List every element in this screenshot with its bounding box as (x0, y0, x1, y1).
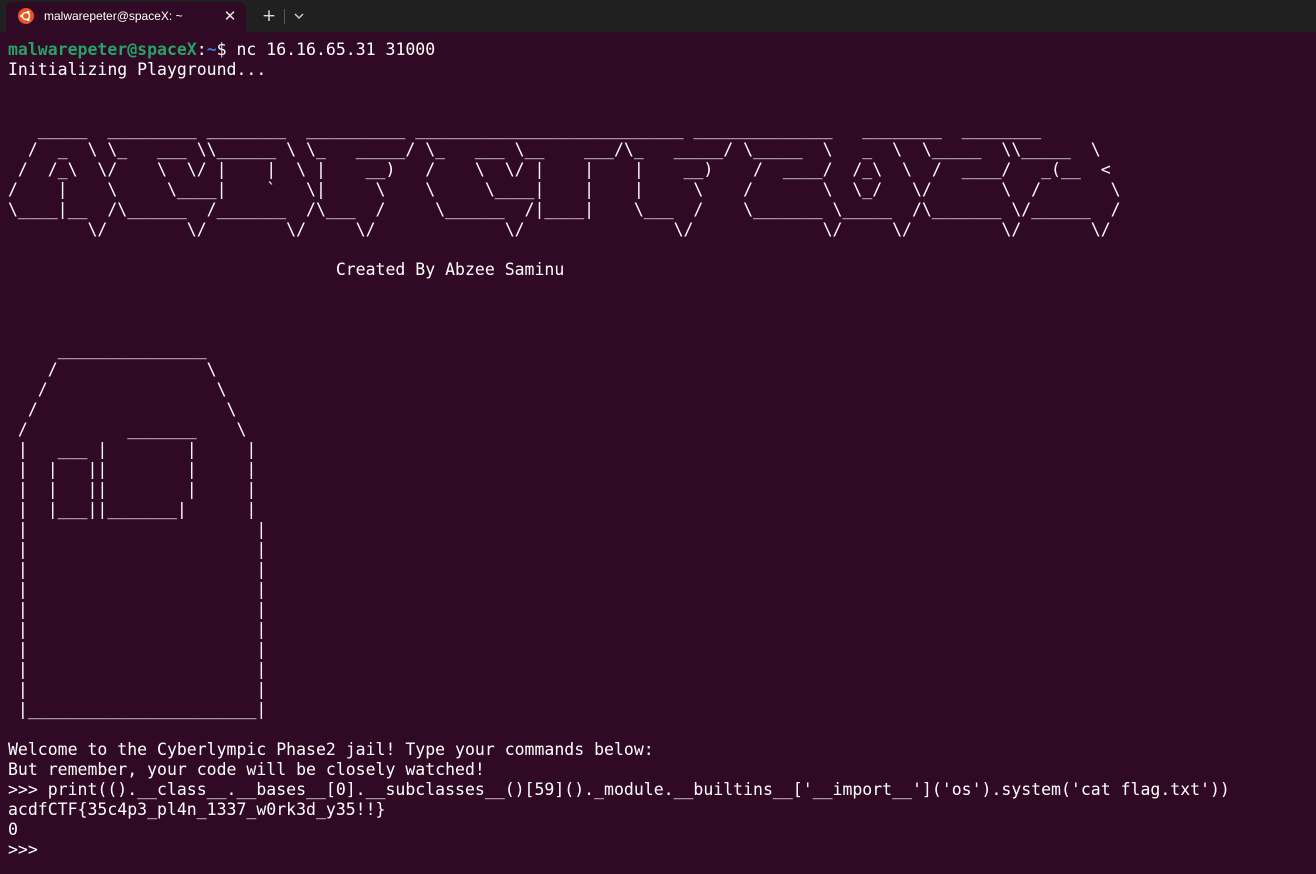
prompt-dollar: $ (216, 40, 237, 59)
ascii-house: _______________ / \ / \ / \ / _______ \ … (17, 340, 267, 719)
terminal-window: malwarepeter@spaceX: ~ ✕ + malwarepeter@… (0, 0, 1316, 874)
credit-line: Created By Abzee Saminu (8, 260, 565, 279)
tab-divider (284, 9, 285, 24)
new-tab-button[interactable]: + (258, 5, 280, 27)
welcome-line: Welcome to the Cyberlympic Phase2 jail! … (8, 740, 654, 759)
prompt-user-host: malwarepeter@spaceX (8, 40, 197, 59)
final-prompt[interactable]: >>> (8, 840, 48, 859)
command-text: nc 16.16.65.31 31000 (236, 40, 436, 59)
tab-title: malwarepeter@spaceX: ~ (44, 9, 183, 23)
tab-bar: malwarepeter@spaceX: ~ ✕ + (0, 0, 1316, 32)
warning-line: But remember, your code will be closely … (8, 760, 485, 779)
ubuntu-logo-icon (18, 8, 34, 24)
prompt-colon: : (196, 40, 207, 59)
init-line: Initializing Playground... (8, 60, 267, 79)
close-icon[interactable]: ✕ (221, 7, 239, 25)
chevron-down-icon[interactable] (289, 6, 309, 26)
ascii-banner: _____ _________ ________ __________ ____… (8, 120, 1121, 239)
return-value: 0 (8, 820, 18, 839)
terminal-buffer: malwarepeter@spaceX:~$ nc 16.16.65.31 31… (8, 40, 1230, 860)
prompt-path: ~ (206, 40, 217, 59)
terminal-output[interactable]: malwarepeter@spaceX:~$ nc 16.16.65.31 31… (0, 32, 1316, 874)
flag-output: acdfCTF{35c4p3_pl4n_1337_w0rk3d_y35!!} (8, 800, 386, 819)
input-line: >>> print(().__class__.__bases__[0].__su… (8, 780, 1230, 799)
tab-terminal[interactable]: malwarepeter@spaceX: ~ ✕ (6, 2, 246, 32)
